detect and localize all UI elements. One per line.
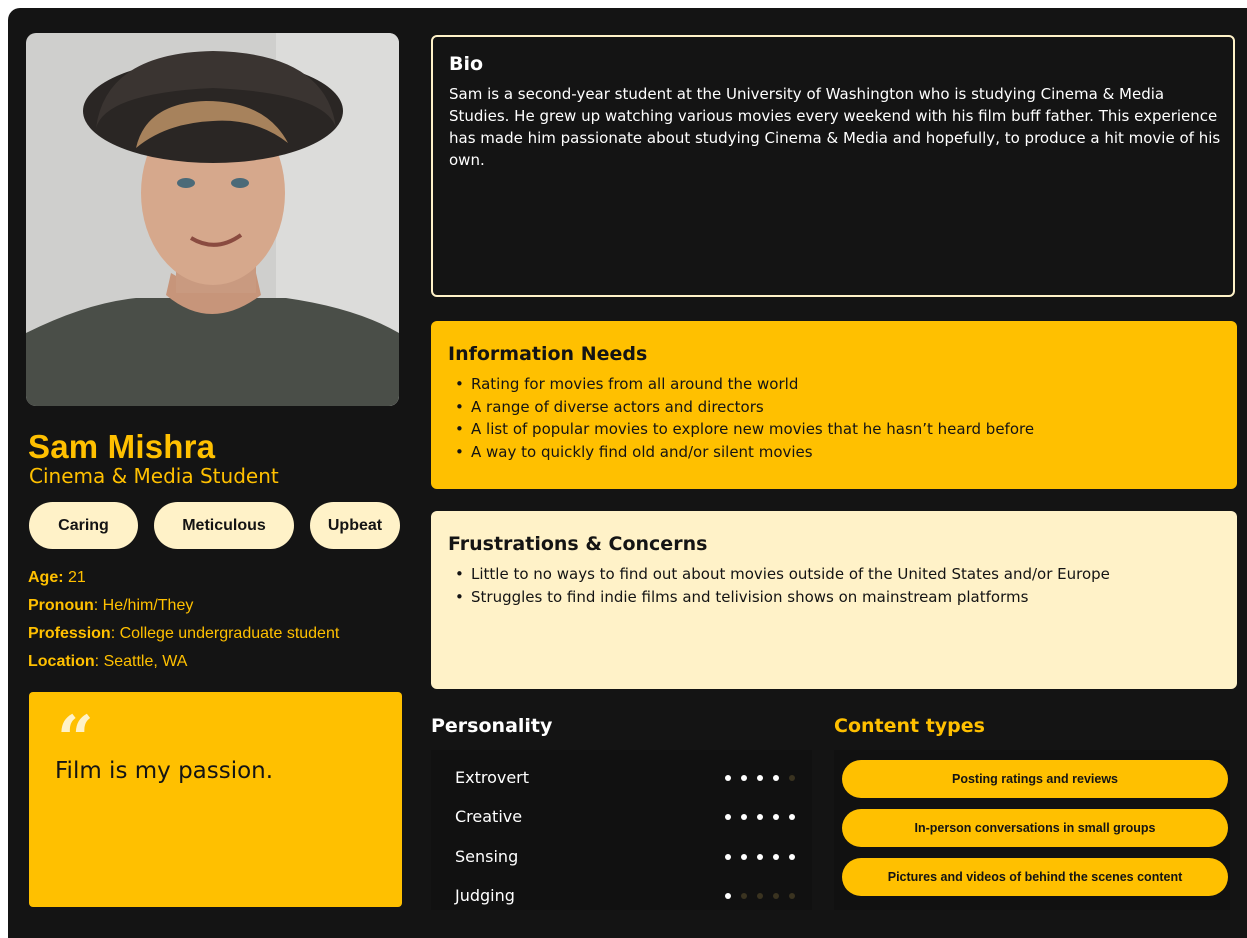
personality-row: Extrovert [455,760,795,798]
list-item: Struggles to find indie films and telivi… [455,586,1110,609]
fact-value: 21 [63,569,86,586]
rating-dot-filled [725,775,731,781]
personality-box: Extrovert Creative Sensing Judging [431,750,812,910]
rating-dot-filled [725,854,731,860]
fact-label: Age: [28,569,64,586]
information-needs-title: Information Needs [448,343,648,365]
rating-dot-filled [773,775,779,781]
list-item: A list of popular movies to explore new … [455,418,1034,441]
fact-pronoun: Pronoun: He/him/They [28,592,339,620]
rating-dot-filled [725,893,731,899]
rating-dot-filled [789,854,795,860]
persona-role: Cinema & Media Student [29,464,279,488]
fact-value: : Seattle, WA [94,653,188,670]
personality-title: Personality [431,715,553,737]
information-needs-section: Information Needs Rating for movies from… [431,321,1237,489]
frustrations-title: Frustrations & Concerns [448,533,708,555]
personality-row: Judging [455,878,795,916]
fact-value: : College undergraduate student [110,625,340,642]
persona-name: Sam Mishra [28,428,216,465]
fact-label: Location [28,653,95,670]
quote-card: “ Film is my passion. [29,692,402,907]
personality-label: Extrovert [455,768,530,787]
fact-age: Age: 21 [28,564,339,592]
portrait-photo [26,33,399,406]
portrait-photo-icon [26,33,399,406]
trait-tag: Caring [29,502,138,549]
content-types-title: Content types [834,715,985,737]
rating-dot-filled [741,814,747,820]
fact-value: : He/him/They [93,597,194,614]
rating-dot-filled [725,814,731,820]
information-needs-list: Rating for movies from all around the wo… [455,373,1034,463]
content-type-pill: In-person conversations in small groups [842,809,1228,847]
bio-title: Bio [449,53,484,75]
list-item: A range of diverse actors and directors [455,396,1034,419]
rating-dot-filled [741,854,747,860]
content-types-box: Posting ratings and reviews In-person co… [834,750,1230,910]
rating-dot-filled [757,854,763,860]
rating-dot-empty [757,893,763,899]
fact-location: Location: Seattle, WA [28,648,339,676]
personality-label: Judging [455,886,515,905]
list-item: Rating for movies from all around the wo… [455,373,1034,396]
rating-dot-empty [741,893,747,899]
fact-label: Profession [28,625,111,642]
bio-section: Bio Sam is a second-year student at the … [431,35,1235,297]
persona-facts: Age: 21 Pronoun: He/him/They Profession:… [28,564,339,676]
personality-label: Creative [455,807,523,826]
personality-row: Creative [455,799,795,837]
rating-dot-filled [757,775,763,781]
rating-dot-filled [757,814,763,820]
list-item: A way to quickly find old and/or silent … [455,441,1034,464]
trait-tags: Caring Meticulous Upbeat [29,502,401,549]
rating-dot-filled [741,775,747,781]
frustrations-list: Little to no ways to find out about movi… [455,563,1110,608]
rating-dot-filled [773,854,779,860]
rating-dot-empty [789,775,795,781]
quote-text: Film is my passion. [55,758,274,784]
rating-dot-filled [789,814,795,820]
rating-dot-empty [789,893,795,899]
bio-text: Sam is a second-year student at the Univ… [449,85,1221,169]
trait-tag: Upbeat [310,502,400,549]
rating-dot-filled [773,814,779,820]
trait-tag: Meticulous [154,502,294,549]
fact-profession: Profession: College undergraduate studen… [28,620,339,648]
frustrations-section: Frustrations & Concerns Little to no way… [431,511,1237,689]
persona-card: Sam Mishra Cinema & Media Student Caring… [8,8,1247,938]
content-type-pill: Pictures and videos of behind the scenes… [842,858,1228,896]
list-item: Little to no ways to find out about movi… [455,563,1110,586]
personality-row: Sensing [455,839,795,877]
fact-label: Pronoun [28,597,94,614]
personality-label: Sensing [455,847,519,866]
rating-dot-empty [773,893,779,899]
content-type-pill: Posting ratings and reviews [842,760,1228,798]
